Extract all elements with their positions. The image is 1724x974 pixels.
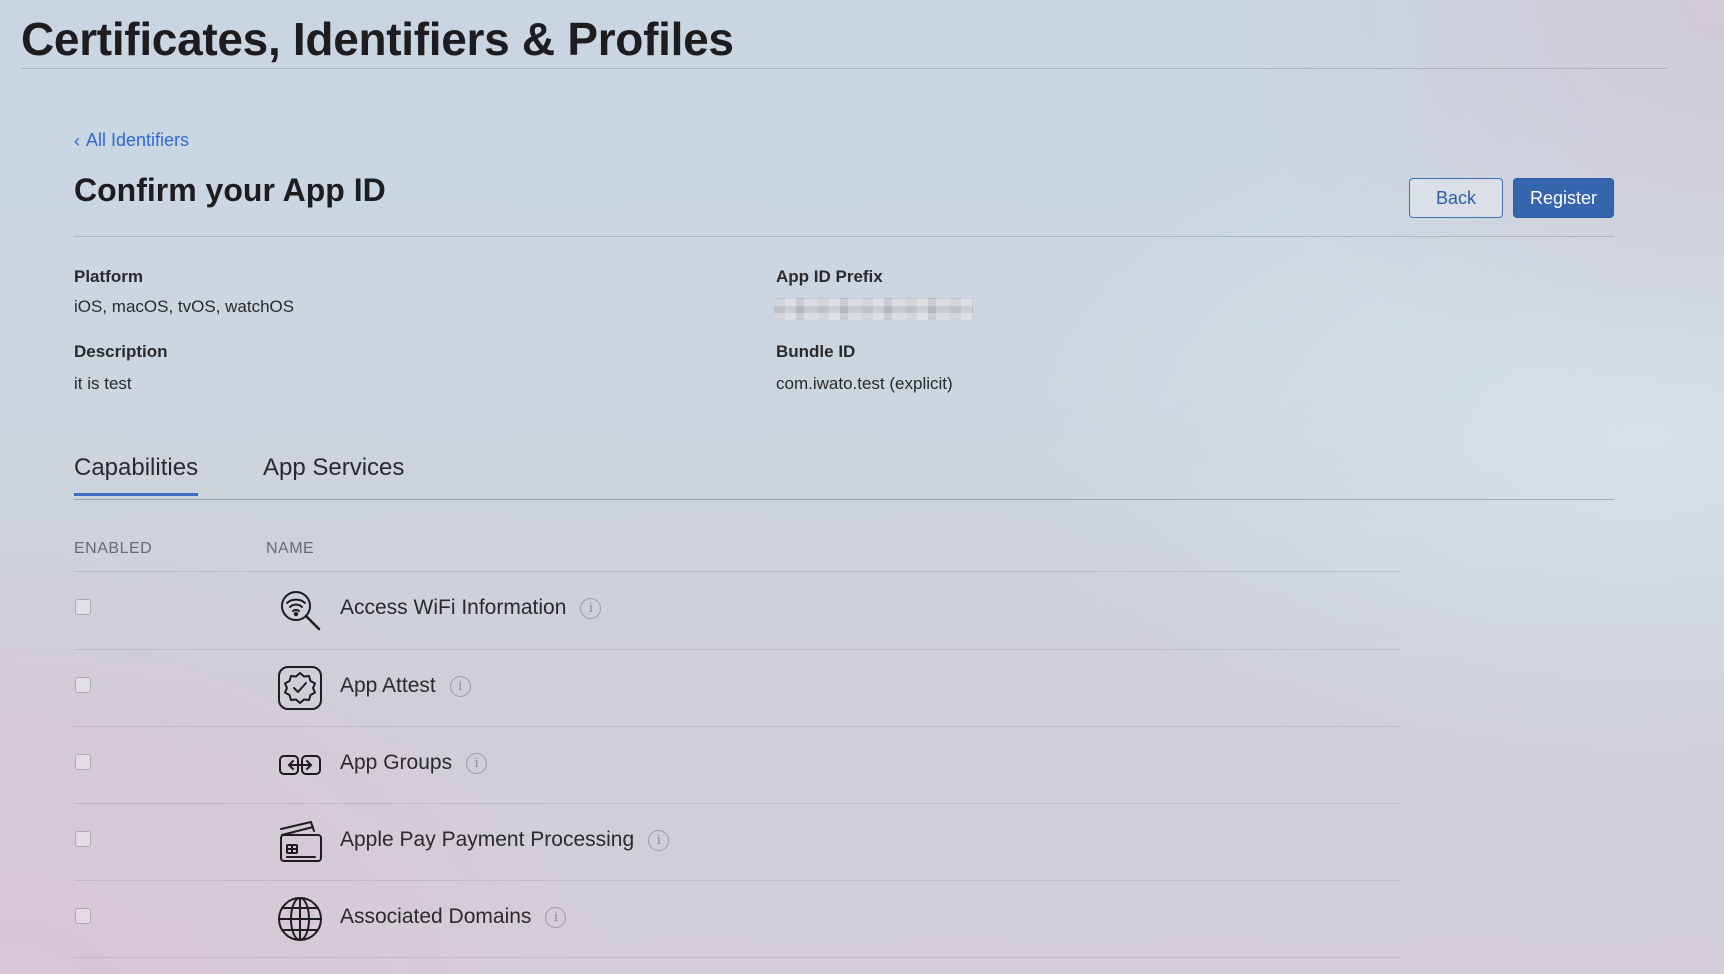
back-button[interactable]: Back xyxy=(1409,178,1503,218)
info-icon[interactable]: i xyxy=(449,675,471,697)
bundle-id-value: com.iwato.test (explicit) xyxy=(776,374,953,393)
table-row: Associated Domains i xyxy=(74,881,1400,958)
capability-name: Associated Domains i xyxy=(340,905,567,929)
table-row: App Groups i xyxy=(74,727,1400,804)
app-groups-icon xyxy=(277,742,323,788)
enabled-checkbox[interactable] xyxy=(75,831,91,847)
badge-check-icon xyxy=(277,665,323,711)
enabled-checkbox[interactable] xyxy=(75,677,91,693)
table-row: Access WiFi Information i xyxy=(74,572,1400,649)
capability-label: Apple Pay Payment Processing xyxy=(340,828,635,851)
platform-label: Platform xyxy=(74,267,143,286)
info-icon[interactable]: i xyxy=(466,752,488,774)
all-identifiers-link[interactable]: ‹ All Identifiers xyxy=(74,130,189,151)
header-divider xyxy=(21,68,1667,69)
platform-value: iOS, macOS, tvOS, watchOS xyxy=(74,297,295,316)
capability-label: App Attest xyxy=(340,674,436,697)
table-divider xyxy=(74,957,1400,958)
name-column-header: NAME xyxy=(266,540,315,557)
info-icon[interactable]: i xyxy=(545,906,567,928)
table-row: Apple Pay Payment Processing i xyxy=(74,804,1400,881)
confirm-app-id-title: Confirm your App ID xyxy=(74,172,386,208)
globe-icon xyxy=(277,896,323,942)
enabled-checkbox[interactable] xyxy=(75,754,91,770)
chevron-left-icon: ‹ xyxy=(74,130,80,151)
app-id-prefix-label: App ID Prefix xyxy=(776,267,883,286)
info-icon[interactable]: i xyxy=(648,829,670,851)
payment-cards-icon xyxy=(277,819,323,865)
page-header-title: Certificates, Identifiers & Profiles xyxy=(21,13,734,65)
enabled-checkbox[interactable] xyxy=(75,908,91,924)
tab-capabilities[interactable]: Capabilities xyxy=(74,454,199,496)
all-identifiers-label: All Identifiers xyxy=(86,130,190,150)
capability-name: Apple Pay Payment Processing i xyxy=(340,828,670,852)
description-value: it is test xyxy=(74,374,132,393)
register-button[interactable]: Register xyxy=(1513,178,1614,218)
capability-name: App Attest i xyxy=(340,674,471,698)
capability-label: Associated Domains xyxy=(340,905,532,928)
capability-label: App Groups xyxy=(340,751,453,774)
info-icon[interactable]: i xyxy=(580,597,602,619)
description-label: Description xyxy=(74,342,168,361)
bundle-id-label: Bundle ID xyxy=(776,342,856,361)
capability-label: Access WiFi Information xyxy=(340,596,567,619)
tab-bar: Capabilities App Services xyxy=(74,450,1614,500)
enabled-column-header: ENABLED xyxy=(74,540,153,557)
capability-name: Access WiFi Information i xyxy=(340,596,602,620)
app-id-prefix-redacted xyxy=(774,298,973,320)
wifi-search-icon xyxy=(277,587,323,633)
enabled-checkbox[interactable] xyxy=(75,599,91,615)
section-divider xyxy=(74,236,1614,237)
tab-app-services[interactable]: App Services xyxy=(263,454,404,494)
table-row: App Attest i xyxy=(74,650,1400,727)
capability-name: App Groups i xyxy=(340,751,488,775)
